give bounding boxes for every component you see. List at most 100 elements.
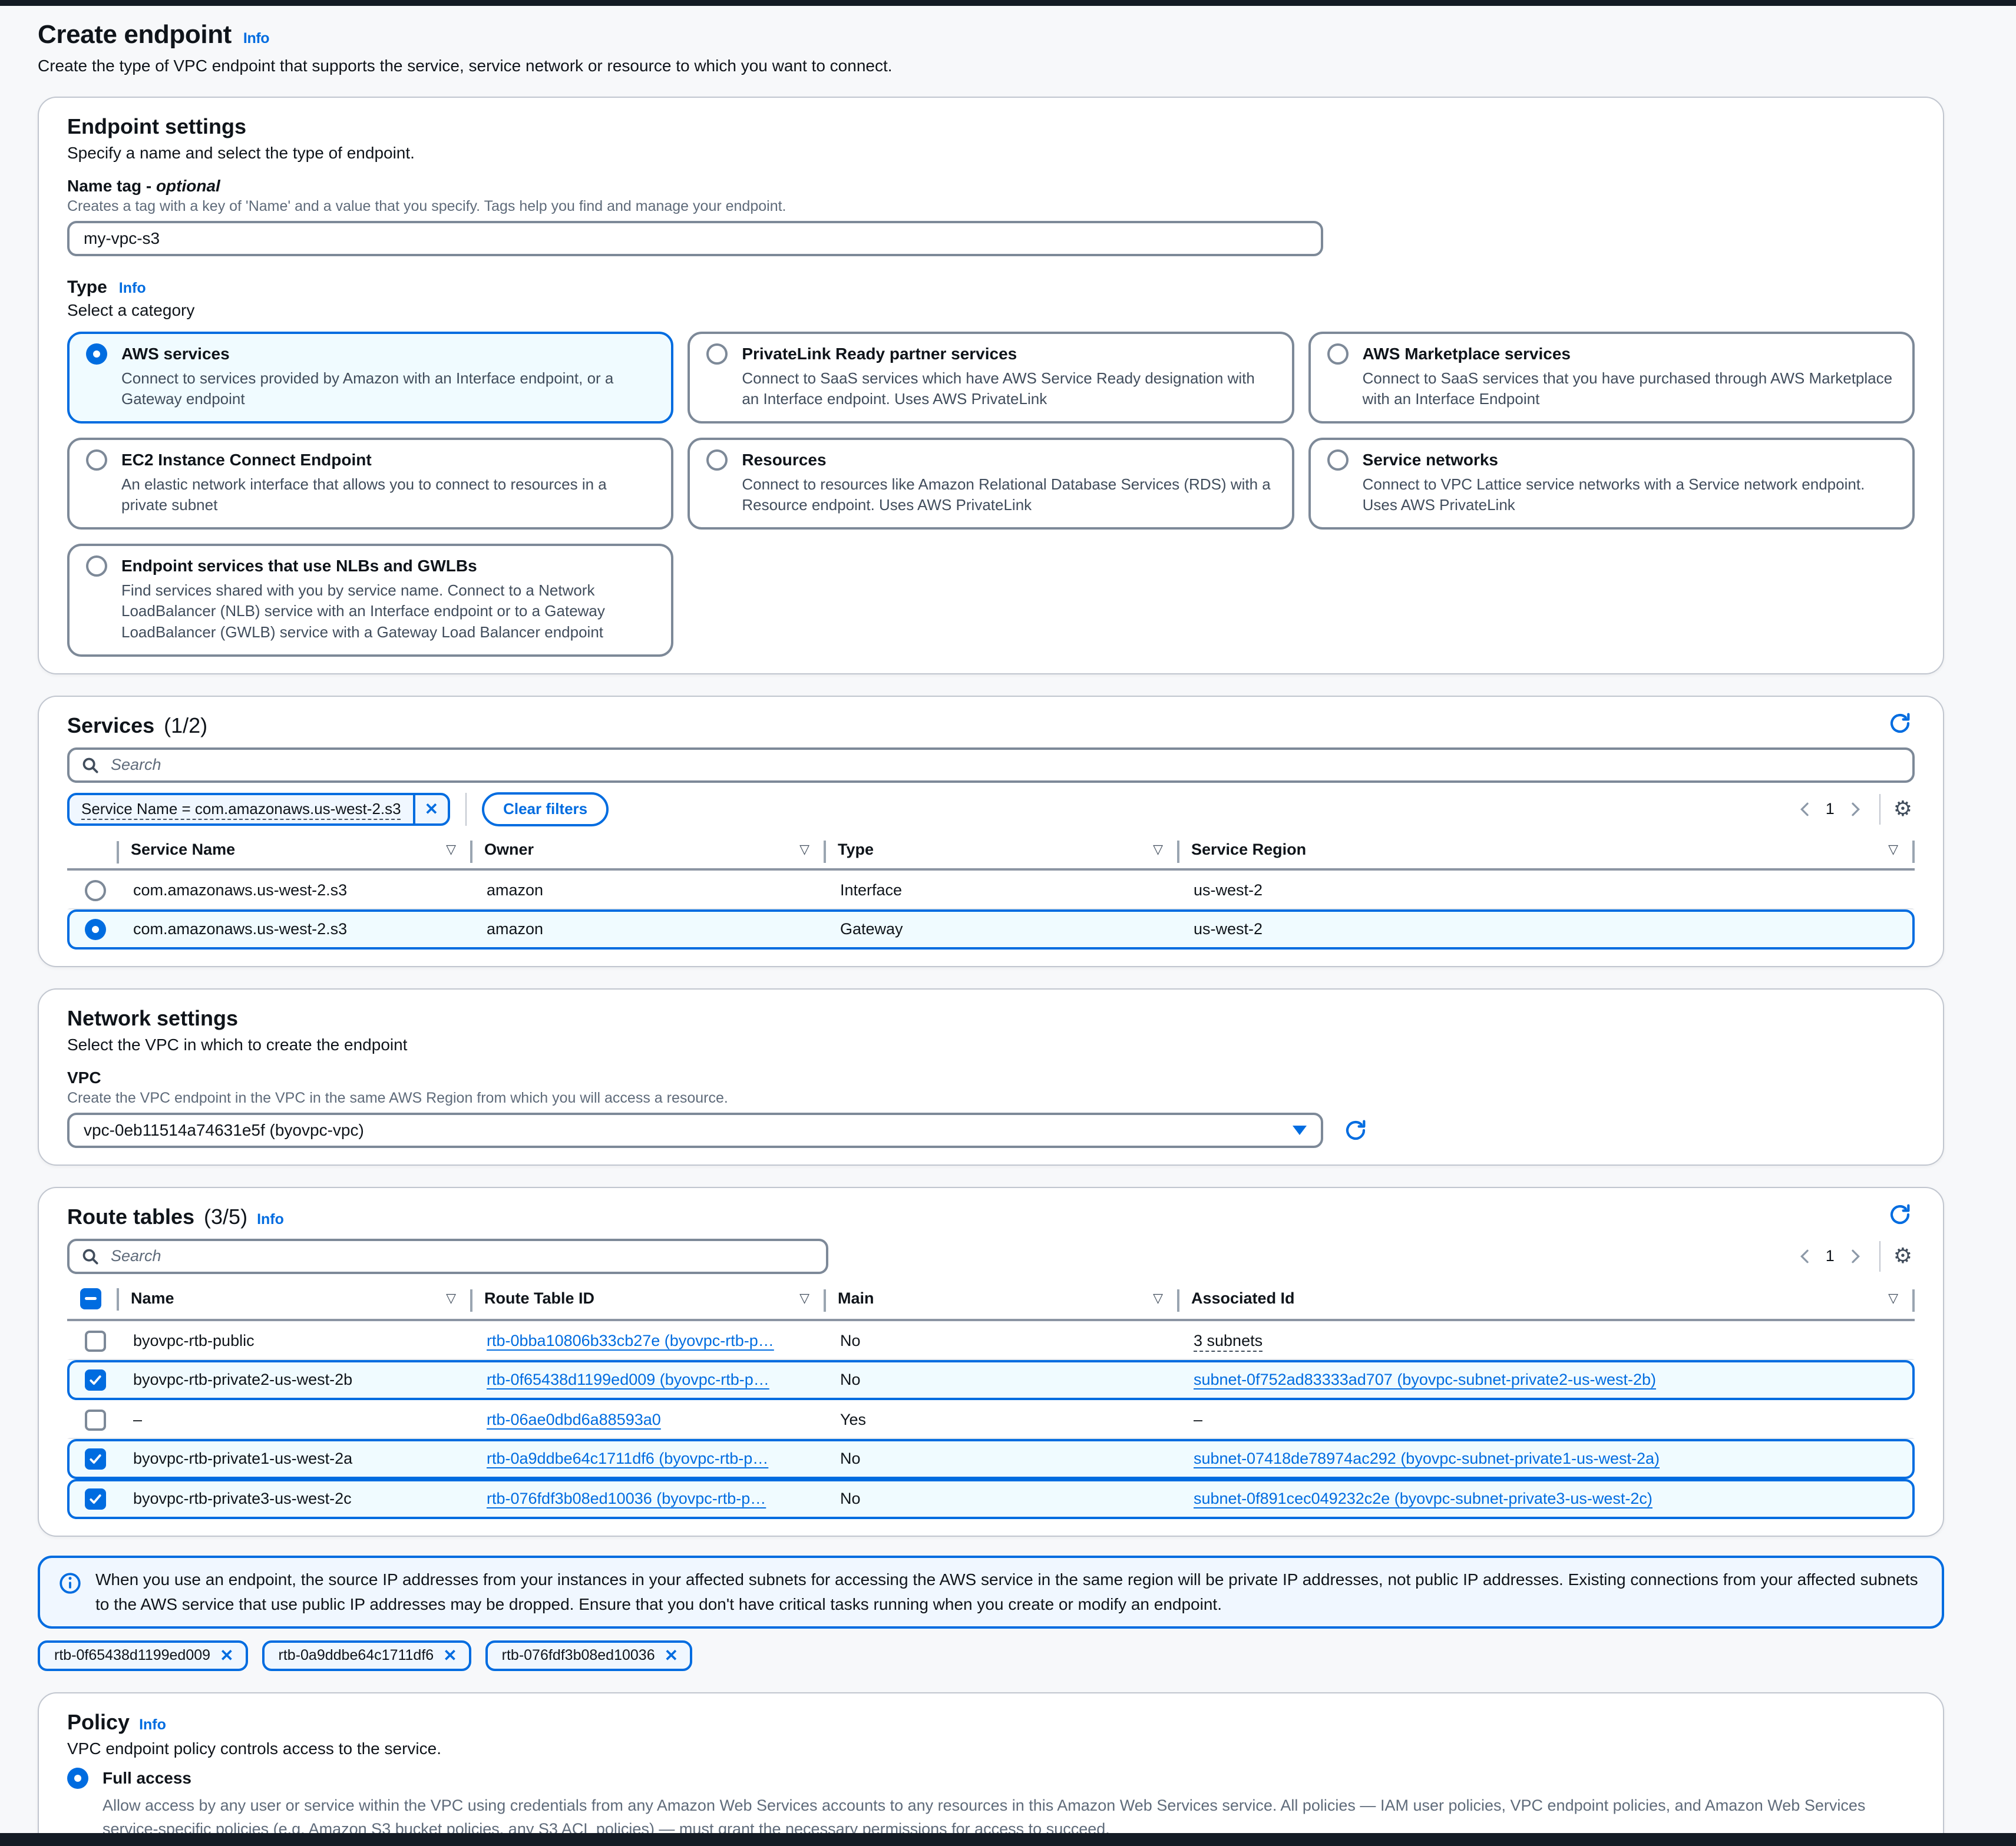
filter-column-icon[interactable]: ▽ (1153, 842, 1163, 857)
type-option-service-networks[interactable]: Service networks Connect to VPC Lattice … (1308, 438, 1915, 530)
route-tables-refresh-icon[interactable] (1885, 1200, 1915, 1229)
filter-column-icon[interactable]: ▽ (446, 1291, 456, 1306)
policy-card: Policy Info VPC endpoint policy controls… (38, 1692, 1944, 1846)
type-option-label: EC2 Instance Connect Endpoint (121, 451, 372, 469)
checkbox-checked-icon[interactable] (85, 1448, 106, 1470)
subnets-popover-link[interactable]: 3 subnets (1194, 1332, 1263, 1349)
subnet-link[interactable]: subnet-0f891cec049232c2e (byovpc-subnet-… (1194, 1490, 1653, 1507)
previous-page-icon[interactable] (1792, 799, 1819, 819)
type-option-description: An elastic network interface that allows… (121, 474, 655, 515)
radio-unselected-icon[interactable] (86, 555, 107, 577)
route-tables-search[interactable] (67, 1239, 828, 1274)
row-radio-selected-icon[interactable] (85, 919, 106, 940)
search-icon (81, 756, 99, 774)
services-search[interactable] (67, 747, 1915, 783)
route-table-id-link[interactable]: rtb-076fdf3b08ed10036 (byovpc-rtb-p… (487, 1490, 766, 1507)
name-cell: byovpc-rtb-public (121, 1327, 475, 1355)
route-table-id-link[interactable]: rtb-0f65438d1199ed009 (byovpc-rtb-p… (487, 1371, 769, 1388)
indeterminate-checkbox-icon[interactable] (80, 1288, 101, 1309)
filter-column-icon[interactable]: ▽ (1153, 1291, 1163, 1306)
row-radio-unselected-icon[interactable] (85, 880, 106, 901)
filter-column-icon[interactable]: ▽ (799, 842, 809, 857)
type-option-resources[interactable]: Resources Connect to resources like Amaz… (688, 438, 1294, 530)
checkbox-unchecked-icon[interactable] (85, 1331, 106, 1352)
route-tables-search-input[interactable] (108, 1246, 814, 1266)
name-tag-input[interactable] (67, 221, 1323, 256)
filter-column-icon[interactable]: ▽ (1888, 1291, 1898, 1306)
type-option-privatelink-partner[interactable]: PrivateLink Ready partner services Conne… (688, 332, 1294, 424)
page-content: Create endpoint Info Create the type of … (0, 6, 2016, 1846)
route-tables-info-link[interactable]: Info (257, 1211, 284, 1228)
column-header-owner: Owner (484, 841, 534, 859)
main-cell: No (828, 1485, 1182, 1513)
chevron-down-icon (1293, 1126, 1307, 1135)
route-tables-pagination: 1 ⚙ (1792, 1241, 1915, 1272)
type-option-aws-services[interactable]: AWS services Connect to services provide… (67, 332, 673, 424)
filter-column-icon[interactable]: ▽ (446, 842, 456, 857)
type-info-link[interactable]: Info (119, 280, 146, 297)
page-description: Create the type of VPC endpoint that sup… (38, 57, 1944, 75)
service-row-interface[interactable]: com.amazonaws.us-west-2.s3 amazon Interf… (67, 871, 1915, 909)
type-cell: Interface (828, 876, 1182, 904)
route-table-id-link[interactable]: rtb-0a9ddbe64c1711df6 (byovpc-rtb-p… (487, 1450, 768, 1467)
policy-info-link[interactable]: Info (139, 1716, 166, 1733)
current-page-number[interactable]: 1 (1819, 800, 1842, 818)
checkbox-checked-icon[interactable] (85, 1369, 106, 1391)
filter-token-text: Service Name = com.amazonaws.us-west-2.s… (70, 800, 413, 818)
name-tag-label: Name tag - optional (67, 177, 1915, 196)
service-name-filter-token[interactable]: Service Name = com.amazonaws.us-west-2.s… (67, 793, 450, 826)
subnet-link[interactable]: subnet-07418de78974ac292 (byovpc-subnet-… (1194, 1450, 1660, 1467)
subnet-link[interactable]: subnet-0f752ad83333ad707 (byovpc-subnet-… (1194, 1371, 1656, 1388)
next-page-icon[interactable] (1842, 1246, 1869, 1266)
radio-unselected-icon[interactable] (706, 343, 728, 365)
radio-selected-icon[interactable] (67, 1768, 88, 1789)
window-bottom-edge (0, 1833, 2016, 1846)
page-info-link[interactable]: Info (243, 30, 269, 47)
type-option-ec2-instance-connect[interactable]: EC2 Instance Connect Endpoint An elastic… (67, 438, 673, 530)
service-row-gateway[interactable]: com.amazonaws.us-west-2.s3 amazon Gatewa… (67, 909, 1915, 950)
remove-chip-icon[interactable]: ✕ (655, 1646, 688, 1665)
table-settings-gear-icon[interactable]: ⚙ (1891, 796, 1915, 822)
services-refresh-icon[interactable] (1885, 709, 1915, 738)
route-table-id-link[interactable]: rtb-06ae0dbd6a88593a0 (487, 1411, 661, 1428)
remove-filter-icon[interactable]: ✕ (415, 799, 448, 819)
previous-page-icon[interactable] (1792, 1246, 1819, 1266)
radio-selected-icon[interactable] (86, 343, 107, 365)
column-header-main: Main (838, 1289, 874, 1308)
checkbox-unchecked-icon[interactable] (85, 1410, 106, 1431)
route-table-chip: rtb-076fdf3b08ed10036 ✕ (485, 1640, 692, 1671)
route-table-id-link[interactable]: rtb-0bba10806b33cb27e (byovpc-rtb-p… (487, 1332, 774, 1349)
route-table-row-private1[interactable]: byovpc-rtb-private1-us-west-2a rtb-0a9dd… (67, 1439, 1915, 1479)
filter-column-icon[interactable]: ▽ (1888, 842, 1898, 857)
radio-unselected-icon[interactable] (706, 449, 728, 471)
route-table-row-main[interactable]: – rtb-06ae0dbd6a88593a0 Yes – (67, 1400, 1915, 1439)
policy-option-full-access[interactable]: Full access Allow access by any user or … (67, 1768, 1915, 1841)
name-cell: byovpc-rtb-private3-us-west-2c (121, 1485, 475, 1513)
filter-column-icon[interactable]: ▽ (799, 1291, 809, 1306)
remove-chip-icon[interactable]: ✕ (210, 1646, 243, 1665)
vpc-refresh-icon[interactable] (1341, 1116, 1370, 1145)
radio-unselected-icon[interactable] (1327, 343, 1349, 365)
next-page-icon[interactable] (1842, 799, 1869, 819)
current-page-number[interactable]: 1 (1819, 1247, 1842, 1265)
endpoint-info-alert: When you use an endpoint, the source IP … (38, 1556, 1944, 1629)
route-table-row-private2[interactable]: byovpc-rtb-private2-us-west-2b rtb-0f654… (67, 1360, 1915, 1400)
policy-subtitle: VPC endpoint policy controls access to t… (67, 1739, 1915, 1758)
type-option-nlb-gwlb[interactable]: Endpoint services that use NLBs and GWLB… (67, 544, 673, 656)
network-settings-card: Network settings Select the VPC in which… (38, 988, 1944, 1166)
route-table-row-private3[interactable]: byovpc-rtb-private3-us-west-2c rtb-076fd… (67, 1479, 1915, 1519)
table-settings-gear-icon[interactable]: ⚙ (1891, 1243, 1915, 1269)
clear-filters-button[interactable]: Clear filters (482, 792, 609, 826)
route-table-row-public[interactable]: byovpc-rtb-public rtb-0bba10806b33cb27e … (67, 1321, 1915, 1360)
radio-unselected-icon[interactable] (1327, 449, 1349, 471)
vpc-select[interactable]: vpc-0eb11514a74631e5f (byovpc-vpc) (67, 1113, 1323, 1148)
select-column-header (67, 836, 119, 867)
checkbox-checked-icon[interactable] (85, 1488, 106, 1510)
type-option-marketplace[interactable]: AWS Marketplace services Connect to SaaS… (1308, 332, 1915, 424)
radio-unselected-icon[interactable] (86, 449, 107, 471)
name-tag-field: Name tag - optional Creates a tag with a… (67, 177, 1915, 256)
services-search-input[interactable] (108, 755, 1901, 775)
remove-chip-icon[interactable]: ✕ (434, 1646, 466, 1665)
info-circle-icon (59, 1572, 81, 1594)
main-cell: No (828, 1327, 1182, 1355)
